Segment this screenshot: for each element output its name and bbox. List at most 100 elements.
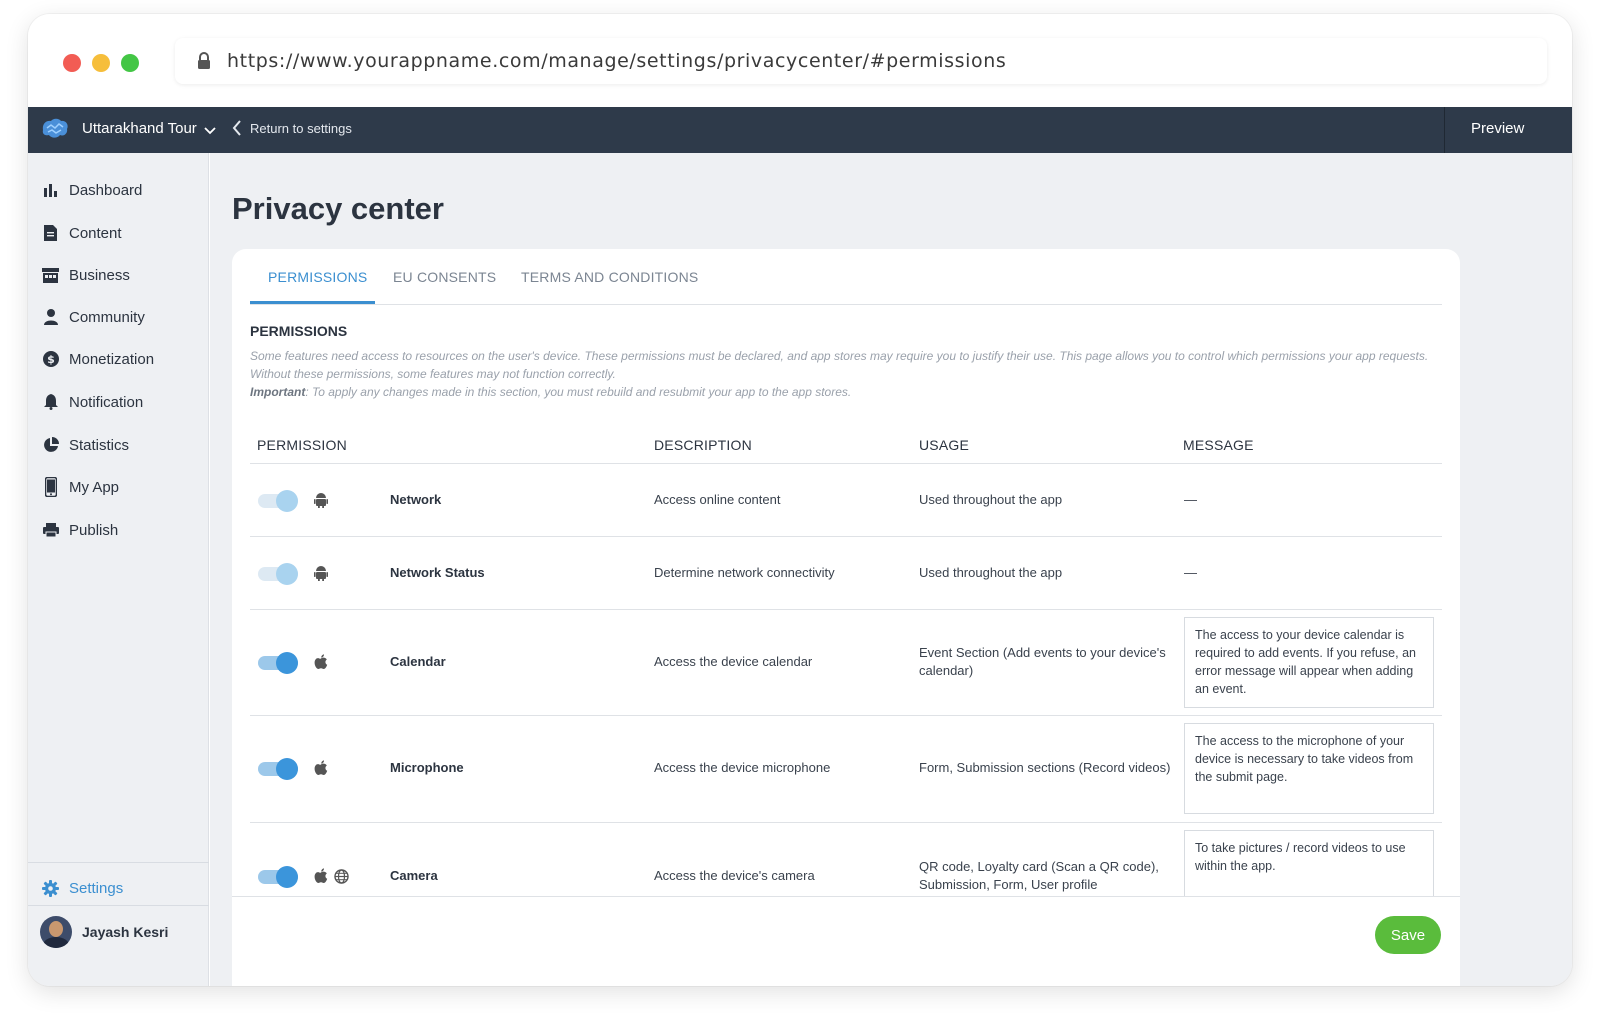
settings-label: Settings <box>69 879 124 897</box>
sidebar-item-label: Community <box>69 308 145 326</box>
svg-text:$: $ <box>47 353 55 366</box>
table-row: Microphone Access the device microphone … <box>250 716 1442 823</box>
sidebar-item-label: Notification <box>69 393 144 411</box>
platform-icons <box>314 868 349 884</box>
permission-description: Access the device calendar <box>654 654 813 669</box>
chevron-down-icon[interactable] <box>204 124 216 138</box>
sidebar-item-notification[interactable]: Notification <box>42 390 143 414</box>
user-name: Jayash Kesri <box>82 924 169 940</box>
permission-description: Determine network connectivity <box>654 565 835 580</box>
permission-message: — <box>1184 565 1197 580</box>
android-icon <box>314 493 328 508</box>
sidebar-divider <box>28 905 209 906</box>
permission-name: Camera <box>390 868 438 883</box>
app-switcher[interactable]: Uttarakhand Tour <box>82 120 197 137</box>
sidebar-item-publish[interactable]: Publish <box>42 518 118 542</box>
permission-toggle[interactable] <box>258 490 298 512</box>
address-bar[interactable]: https://www.yourappname.com/manage/setti… <box>175 38 1547 84</box>
chevron-left-icon <box>232 120 241 136</box>
table-row: Network Status Determine network connect… <box>250 537 1442 610</box>
section-title: PERMISSIONS <box>250 323 348 339</box>
sidebar-item-monetization[interactable]: $ Monetization <box>42 347 154 371</box>
return-to-settings-link[interactable]: Return to settings <box>232 120 352 136</box>
permission-toggle[interactable] <box>258 652 298 674</box>
table-row: Network Access online content Used throu… <box>250 464 1442 537</box>
sidebar-item-dashboard[interactable]: Dashboard <box>42 178 142 202</box>
url-text: https://www.yourappname.com/manage/setti… <box>227 50 1007 72</box>
dollar-icon: $ <box>42 351 59 368</box>
permission-name: Calendar <box>390 654 446 669</box>
sidebar-item-business[interactable]: Business <box>42 263 130 287</box>
permission-usage: Form, Submission sections (Record videos… <box>919 760 1171 775</box>
permission-usage: Used throughout the app <box>919 492 1063 507</box>
sidebar-item-statistics[interactable]: Statistics <box>42 433 129 457</box>
tab-permissions[interactable]: PERMISSIONS <box>268 269 367 285</box>
column-header-description: DESCRIPTION <box>654 437 752 453</box>
permission-message-input[interactable]: The access to the microphone of your dev… <box>1184 723 1434 814</box>
page-title: Privacy center <box>232 191 444 226</box>
minimize-window-button[interactable] <box>92 54 110 72</box>
main-content: Privacy center PERMISSIONS EU CONSENTS T… <box>210 153 1572 986</box>
intro-text: Some features need access to resources o… <box>250 347 1442 401</box>
sidebar-divider <box>28 862 209 863</box>
intro-description: Some features need access to resources o… <box>250 349 1429 381</box>
permission-name: Microphone <box>390 760 464 775</box>
sidebar-item-label: Dashboard <box>69 181 143 199</box>
app-topbar: Uttarakhand Tour Return to settings Prev… <box>28 107 1572 153</box>
topbar-divider <box>1444 107 1445 153</box>
preview-button[interactable]: Preview <box>1471 120 1524 137</box>
permission-description: Access the device's camera <box>654 868 815 883</box>
close-window-button[interactable] <box>63 54 81 72</box>
apple-icon <box>314 868 328 883</box>
save-button[interactable]: Save <box>1375 916 1441 954</box>
permission-name: Network <box>390 492 442 507</box>
person-icon <box>42 309 59 326</box>
document-icon <box>42 225 59 242</box>
maximize-window-button[interactable] <box>121 54 139 72</box>
globe-icon <box>334 868 349 884</box>
permission-usage: QR code, Loyalty card (Scan a QR code), … <box>919 859 1159 892</box>
permission-toggle[interactable] <box>258 758 298 780</box>
sidebar-item-label: My App <box>69 478 120 496</box>
platform-icons <box>314 760 328 776</box>
card-footer: Save <box>232 896 1460 986</box>
sidebar-item-community[interactable]: Community <box>42 305 145 329</box>
app-logo-icon <box>42 118 68 138</box>
platform-icons <box>314 565 328 581</box>
important-label: Important <box>250 385 306 399</box>
sidebar-item-label: Business <box>69 266 130 284</box>
android-icon <box>314 566 328 581</box>
apple-icon <box>314 760 328 775</box>
sidebar: Dashboard Content Business Community $ M… <box>28 153 209 986</box>
user-profile[interactable]: Jayash Kesri <box>40 916 168 948</box>
phone-icon <box>42 477 59 497</box>
sidebar-item-settings[interactable]: Settings <box>42 876 123 900</box>
sidebar-item-label: Monetization <box>69 350 155 368</box>
permission-description: Access the device microphone <box>654 760 831 775</box>
permission-message: — <box>1184 492 1197 507</box>
column-header-message: MESSAGE <box>1183 437 1254 453</box>
apple-icon <box>314 654 328 669</box>
tab-eu-consents[interactable]: EU CONSENTS <box>393 269 496 285</box>
pie-chart-icon <box>42 437 59 454</box>
platform-icons <box>314 492 328 508</box>
printer-icon <box>42 522 59 539</box>
permission-usage: Event Section (Add events to your device… <box>919 645 1166 678</box>
column-header-permission: PERMISSION <box>257 437 347 453</box>
column-header-usage: USAGE <box>919 437 970 453</box>
tab-terms-and-conditions[interactable]: TERMS AND CONDITIONS <box>521 269 698 285</box>
permission-toggle[interactable] <box>258 563 298 585</box>
browser-window: https://www.yourappname.com/manage/setti… <box>28 14 1572 986</box>
permission-description: Access online content <box>654 492 781 507</box>
tab-bar: PERMISSIONS EU CONSENTS TERMS AND CONDIT… <box>250 249 1442 305</box>
sidebar-item-label: Publish <box>69 521 119 539</box>
sidebar-item-content[interactable]: Content <box>42 221 122 245</box>
privacy-card: PERMISSIONS EU CONSENTS TERMS AND CONDIT… <box>232 249 1460 986</box>
sidebar-item-my-app[interactable]: My App <box>42 475 119 499</box>
permission-message-input[interactable]: The access to your device calendar is re… <box>1184 617 1434 708</box>
important-text: : To apply any changes made in this sect… <box>305 385 852 399</box>
browser-chrome: https://www.yourappname.com/manage/setti… <box>28 14 1572 107</box>
permission-toggle[interactable] <box>258 866 298 888</box>
sidebar-item-label: Content <box>69 224 122 242</box>
permission-usage: Used throughout the app <box>919 565 1063 580</box>
